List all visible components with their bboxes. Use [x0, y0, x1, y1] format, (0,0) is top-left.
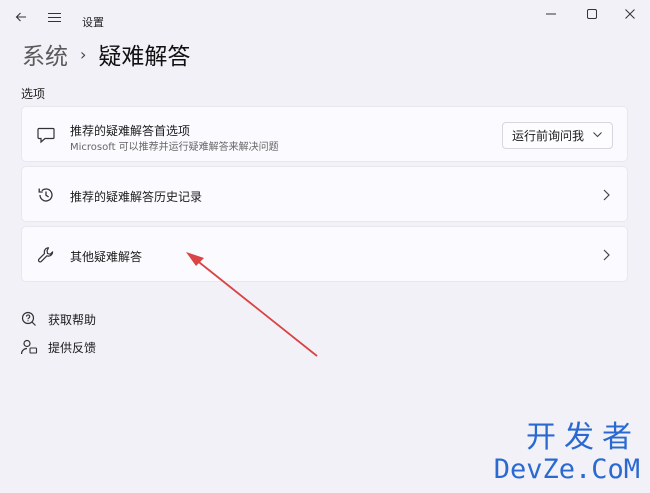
- minimize-icon: [546, 13, 556, 15]
- chevron-right-icon: [603, 189, 610, 201]
- breadcrumb: 系统 › 疑难解答: [22, 38, 190, 70]
- help-icon: [21, 311, 36, 326]
- minimize-button[interactable]: [531, 0, 571, 28]
- card-recommended-preferences: 推荐的疑难解答首选项 Microsoft 可以推荐并运行疑难解答来解决问题 运行…: [21, 106, 628, 162]
- watermark-line2: DevZe.CoM: [493, 454, 640, 485]
- chevron-down-icon: [593, 132, 602, 138]
- history-icon: [38, 188, 53, 202]
- back-arrow-icon: [15, 12, 26, 22]
- breadcrumb-separator: ›: [80, 44, 87, 64]
- give-feedback-label: 提供反馈: [48, 340, 97, 355]
- page-title: 疑难解答: [98, 44, 191, 70]
- card-troubleshoot-history[interactable]: 推荐的疑难解答历史记录: [21, 166, 628, 222]
- card-other-troubleshooters[interactable]: 其他疑难解答: [21, 226, 628, 282]
- title-bar: 设置: [0, 0, 650, 34]
- card-title: 推荐的疑难解答历史记录: [70, 190, 203, 204]
- get-help-label: 获取帮助: [48, 312, 97, 327]
- feedback-icon: [20, 339, 38, 355]
- card-subtitle: Microsoft 可以推荐并运行疑难解答来解决问题: [70, 142, 279, 153]
- maximize-button[interactable]: [572, 0, 612, 28]
- close-icon: [625, 9, 635, 19]
- chevron-right-icon: [603, 249, 610, 261]
- dropdown-value: 运行前询问我: [512, 129, 585, 143]
- preference-dropdown[interactable]: 运行前询问我: [502, 122, 613, 149]
- window-title: 设置: [82, 16, 104, 29]
- section-label: 选项: [21, 87, 46, 101]
- breadcrumb-parent[interactable]: 系统: [22, 37, 68, 71]
- back-button[interactable]: [10, 6, 32, 28]
- get-help-link[interactable]: 获取帮助: [20, 310, 96, 328]
- maximize-icon: [587, 9, 597, 19]
- menu-button[interactable]: [43, 6, 65, 28]
- message-icon: [37, 127, 55, 144]
- wrench-icon: [37, 247, 54, 263]
- watermark: 开发者 DevZe.CoM: [494, 421, 640, 485]
- watermark-line1: 开发者: [526, 420, 640, 455]
- card-title: 推荐的疑难解答首选项: [70, 124, 191, 138]
- give-feedback-link[interactable]: 提供反馈: [20, 338, 96, 356]
- card-title: 其他疑难解答: [70, 250, 143, 264]
- close-button[interactable]: [610, 0, 650, 28]
- hamburger-icon: [47, 12, 61, 22]
